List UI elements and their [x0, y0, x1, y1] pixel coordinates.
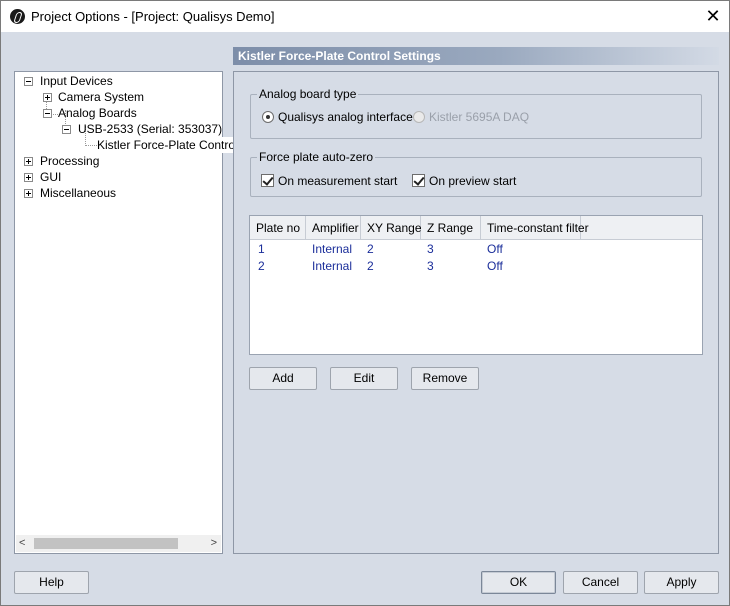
close-icon[interactable]: ✕	[697, 3, 729, 29]
scroll-right-icon[interactable]: >	[211, 537, 217, 549]
table-cell[interactable]: Internal	[304, 258, 352, 275]
table-cell[interactable]: Off	[479, 241, 503, 258]
checkbox-on-preview-start[interactable]	[412, 174, 425, 187]
add-button[interactable]: Add	[249, 367, 317, 390]
help-button[interactable]: Help	[14, 571, 89, 594]
column-header[interactable]: XY Range	[361, 216, 422, 239]
cancel-button[interactable]: Cancel	[563, 571, 638, 594]
radio-label[interactable]: Qualisys analog interface	[278, 110, 413, 124]
tree-connector	[85, 145, 97, 146]
column-header[interactable]: Plate no	[250, 216, 306, 239]
expand-icon[interactable]	[43, 93, 52, 102]
tree-item-analog-boards[interactable]: Analog Boards	[58, 105, 137, 121]
title-bar: Project Options - [Project: Qualisys Dem…	[1, 1, 729, 32]
table-cell[interactable]: 2	[359, 258, 374, 275]
tree-item-kistler-force-plate-control[interactable]: Kistler Force-Plate Control	[97, 137, 238, 153]
tree-item-gui[interactable]: GUI	[40, 169, 61, 185]
table-cell[interactable]: 1	[250, 241, 265, 258]
group-title: Analog board type	[257, 87, 359, 101]
radio-qualisys-analog-interface[interactable]	[262, 111, 274, 123]
collapse-icon[interactable]	[24, 77, 33, 86]
expand-icon[interactable]	[24, 157, 33, 166]
options-tree: Input Devices Camera System Analog Board…	[14, 71, 238, 554]
checkbox-on-measurement-start[interactable]	[261, 174, 274, 187]
table-cell[interactable]: 2	[250, 258, 265, 275]
group-title: Force plate auto-zero	[257, 150, 376, 164]
radio-kistler-5695a-daq	[413, 111, 425, 123]
table-cell[interactable]: 3	[419, 258, 434, 275]
tree-item-processing[interactable]: Processing	[40, 153, 99, 169]
expand-icon[interactable]	[24, 189, 33, 198]
ok-button[interactable]: OK	[481, 571, 556, 594]
checkbox-label[interactable]: On preview start	[429, 174, 516, 188]
horizontal-scrollbar[interactable]: < >	[16, 535, 221, 552]
apply-button[interactable]: Apply	[644, 571, 719, 594]
table-cell[interactable]: 3	[419, 241, 434, 258]
scroll-left-icon[interactable]: <	[19, 537, 25, 549]
tree-item-camera-system[interactable]: Camera System	[58, 89, 144, 105]
edit-button[interactable]: Edit	[330, 367, 398, 390]
collapse-icon[interactable]	[62, 125, 71, 134]
project-options-window: Project Options - [Project: Qualisys Dem…	[0, 0, 730, 606]
tree-item-miscellaneous[interactable]: Miscellaneous	[40, 185, 116, 201]
table-header: Plate no Amplifier XY Range Z Range Time…	[250, 216, 702, 240]
window-title: Project Options - [Project: Qualisys Dem…	[31, 9, 275, 24]
table-cell[interactable]: Internal	[304, 241, 352, 258]
tree-item-usb-2533[interactable]: USB-2533 (Serial: 353037)	[78, 121, 222, 137]
table-cell[interactable]: 2	[359, 241, 374, 258]
settings-header: Kistler Force-Plate Control Settings	[233, 47, 719, 65]
checkbox-label[interactable]: On measurement start	[278, 174, 397, 188]
radio-label: Kistler 5695A DAQ	[429, 110, 530, 124]
qualisys-app-icon	[10, 9, 25, 24]
column-header[interactable]: Amplifier	[306, 216, 361, 239]
remove-button[interactable]: Remove	[411, 367, 479, 390]
column-header[interactable]: Time-constant filter	[481, 216, 589, 239]
column-header[interactable]: Z Range	[421, 216, 481, 239]
collapse-icon[interactable]	[43, 109, 52, 118]
scrollbar-thumb[interactable]	[34, 538, 178, 549]
tree-item-input-devices[interactable]: Input Devices	[40, 73, 113, 89]
force-plate-table[interactable]: Plate no Amplifier XY Range Z Range Time…	[249, 215, 703, 355]
table-cell[interactable]: Off	[479, 258, 503, 275]
expand-icon[interactable]	[24, 173, 33, 182]
